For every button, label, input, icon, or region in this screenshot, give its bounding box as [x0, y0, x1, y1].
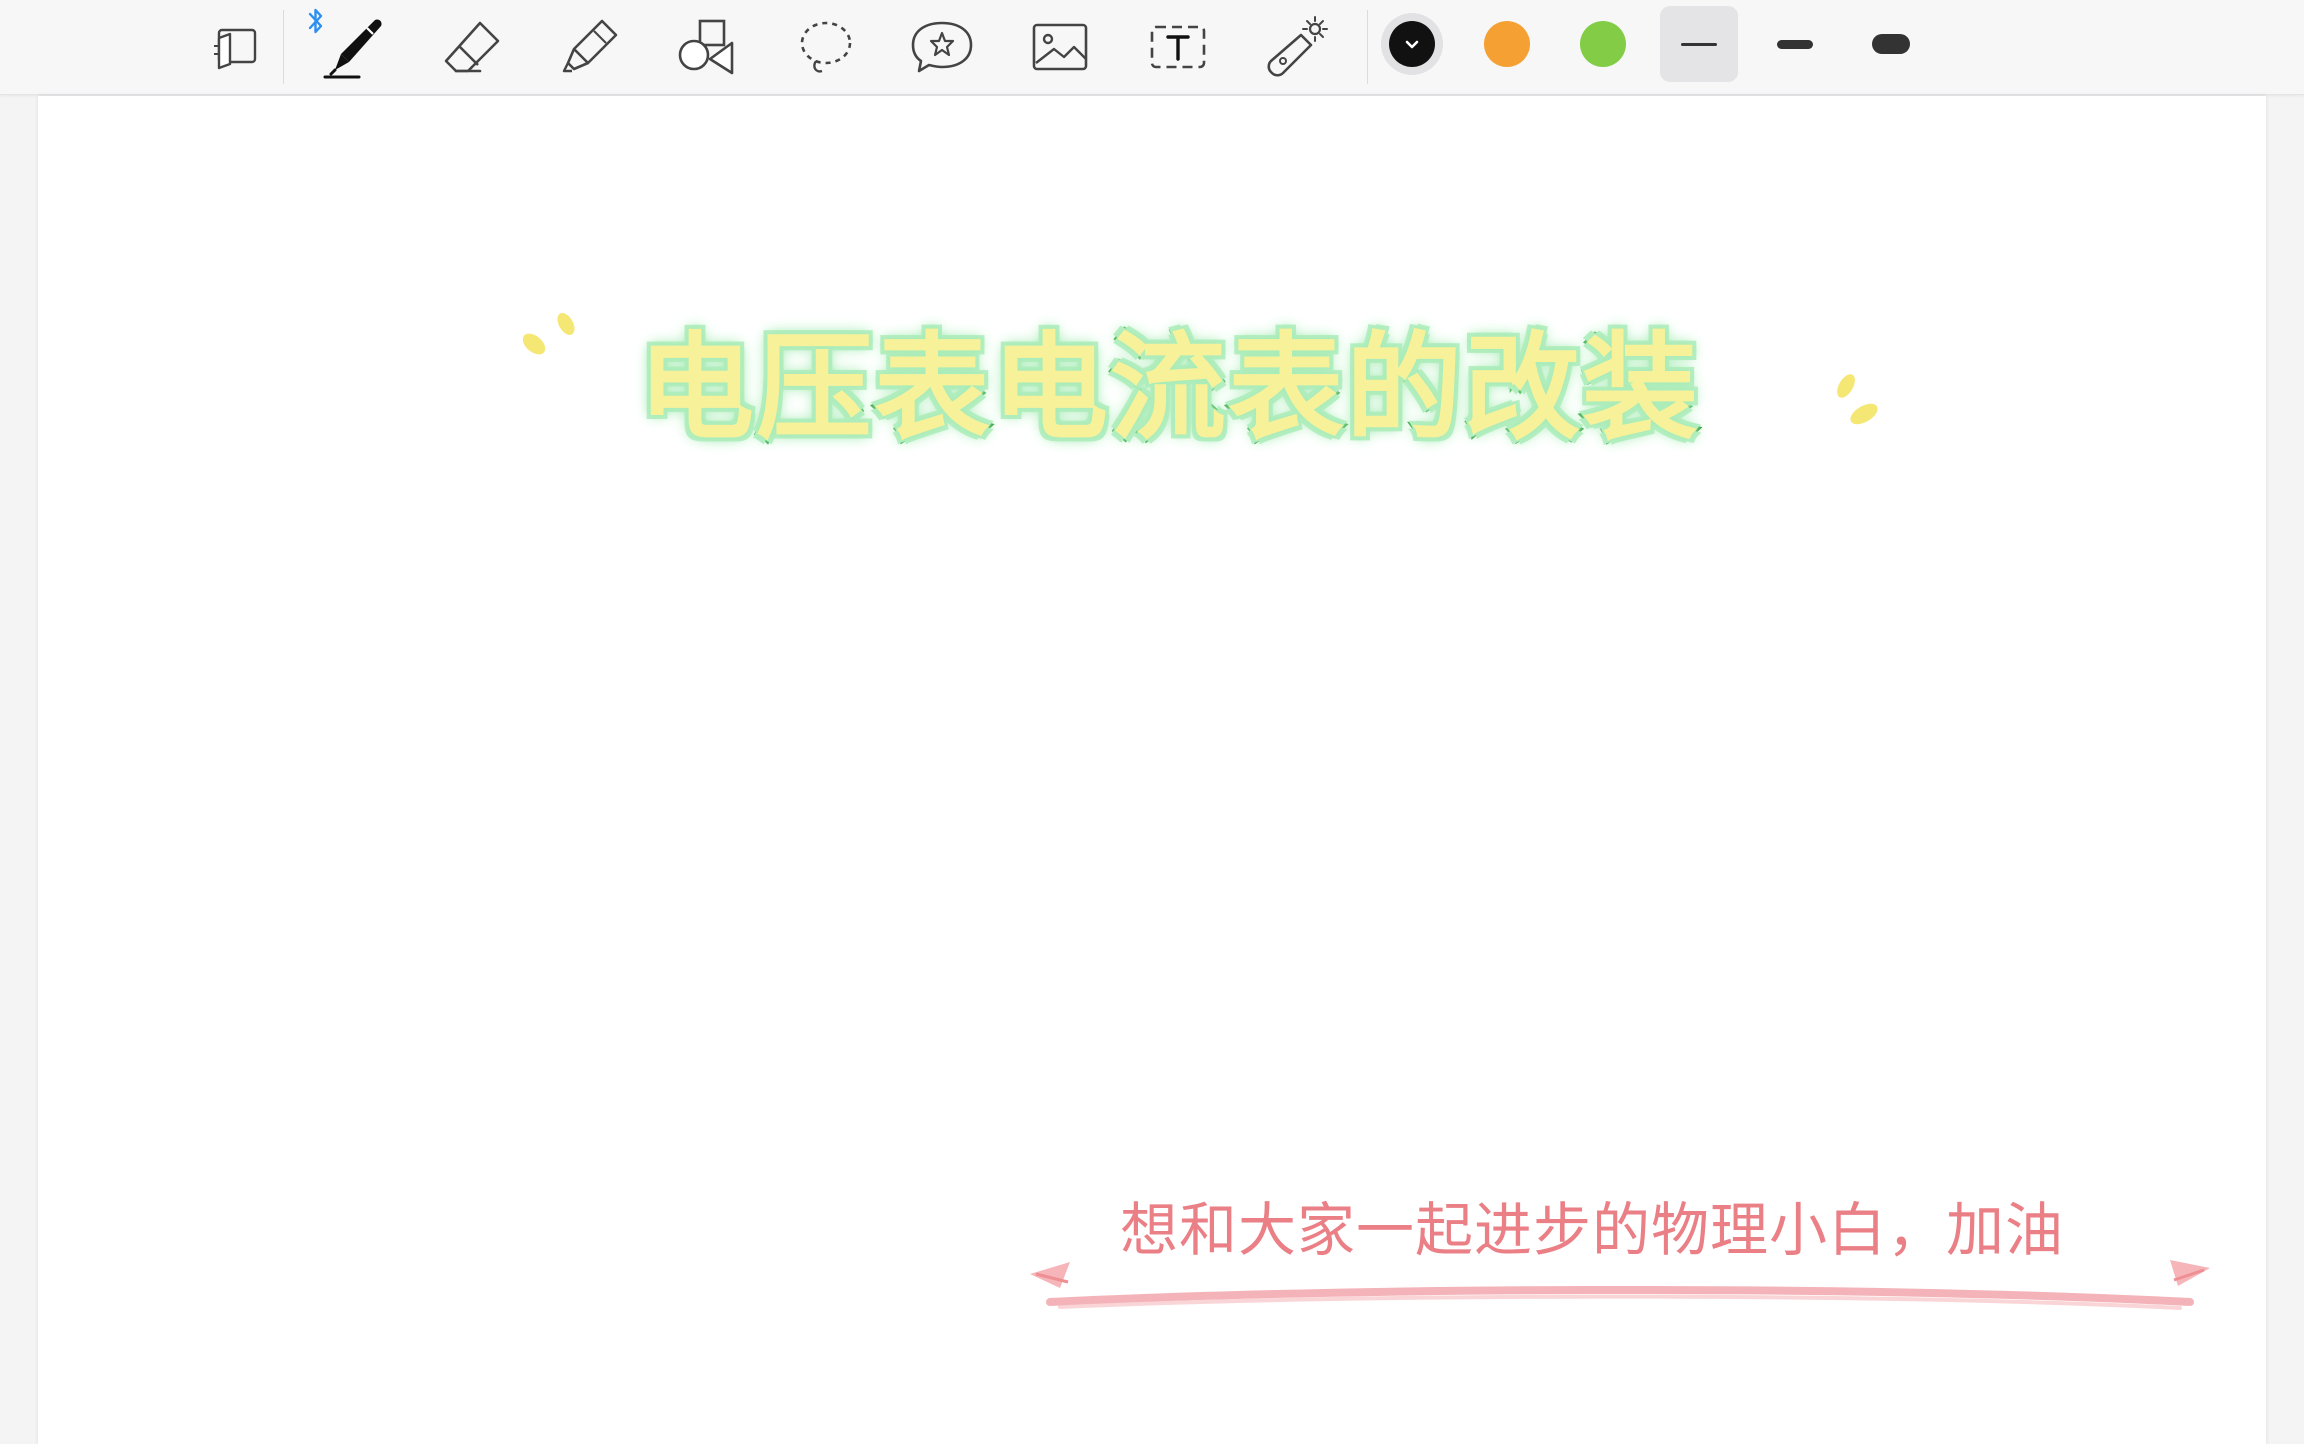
subtitle-text: 想和大家一起进步的物理小白，加油: [1120, 1196, 2065, 1264]
sticker-tool-button[interactable]: [906, 12, 978, 82]
toolbar-divider: [283, 10, 284, 84]
highlighter-tool-button[interactable]: [554, 12, 626, 82]
color-swatch-green[interactable]: [1580, 21, 1626, 67]
stroke-width-thick[interactable]: [1852, 6, 1930, 82]
subtitle-banner: 想和大家一起进步的物理小白，加油: [1030, 1142, 2210, 1322]
laser-pointer-icon: [1267, 16, 1328, 77]
sparkle-right-icon: [1837, 374, 1878, 425]
laser-pointer-tool-button[interactable]: [1260, 12, 1332, 82]
stroke-thick-icon: [1872, 34, 1910, 54]
stroke-width-medium[interactable]: [1756, 6, 1834, 82]
notes-app: 电压表电流表的改装 想和大家一起进步的物理小白，加油: [0, 0, 2304, 1444]
pen-tool-button[interactable]: [318, 12, 390, 82]
eraser-icon: [444, 21, 500, 73]
color-swatch-orange[interactable]: [1484, 21, 1530, 67]
shapes-icon: [678, 19, 734, 75]
title-block: 电压表电流表的改装: [636, 304, 1701, 474]
note-page[interactable]: 电压表电流表的改装 想和大家一起进步的物理小白，加油: [38, 96, 2266, 1444]
shapes-tool-button[interactable]: [672, 12, 744, 82]
stroke-medium-icon: [1777, 39, 1813, 49]
page-view-icon: [214, 28, 257, 70]
color-swatch-black[interactable]: [1389, 21, 1435, 67]
sparkle-left-icon: [522, 313, 575, 355]
text-tool-button[interactable]: [1142, 12, 1214, 82]
lasso-icon: [800, 21, 852, 73]
toolbar: [0, 0, 2304, 95]
page-view-button[interactable]: [200, 12, 272, 82]
pen-icon: [323, 19, 382, 79]
page-title: 电压表电流表的改装: [636, 319, 1701, 459]
lasso-tool-button[interactable]: [790, 12, 862, 82]
sticker-icon: [911, 21, 973, 73]
highlighter-icon: [562, 19, 618, 73]
text-icon: [1150, 25, 1206, 69]
eraser-tool-button[interactable]: [436, 12, 508, 82]
chevron-down-icon: [1405, 40, 1419, 49]
toolbar-divider: [1367, 10, 1368, 84]
stroke-thin-icon: [1681, 42, 1717, 46]
image-icon: [1032, 23, 1088, 71]
image-tool-button[interactable]: [1024, 12, 1096, 82]
stroke-width-thin[interactable]: [1660, 6, 1738, 82]
